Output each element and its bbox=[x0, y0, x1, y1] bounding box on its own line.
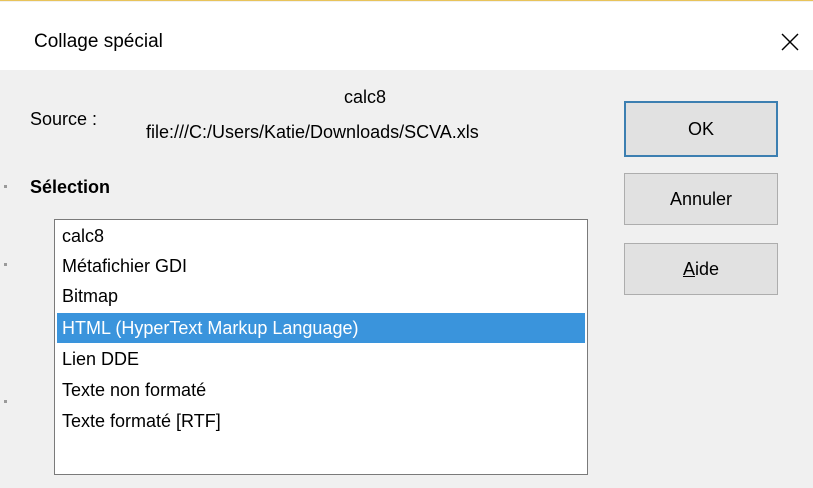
paste-special-dialog: Collage spécial Source : calc8 file:///C… bbox=[0, 0, 813, 488]
ok-button[interactable]: OK bbox=[624, 101, 778, 157]
list-item[interactable]: Lien DDE bbox=[57, 344, 585, 374]
edge-tick bbox=[4, 263, 7, 266]
format-list[interactable]: calc8 Métafichier GDI Bitmap HTML (Hyper… bbox=[54, 219, 588, 475]
list-item[interactable]: calc8 bbox=[57, 221, 585, 251]
selection-heading: Sélection bbox=[30, 177, 111, 197]
source-name: calc8 bbox=[343, 87, 387, 107]
list-item[interactable]: Métafichier GDI bbox=[57, 251, 585, 281]
list-item-selected[interactable]: HTML (HyperText Markup Language) bbox=[57, 313, 585, 343]
title-bar: Collage spécial bbox=[0, 2, 813, 70]
cancel-button[interactable]: Annuler bbox=[624, 173, 778, 225]
list-item[interactable]: Texte formaté [RTF] bbox=[57, 406, 585, 436]
help-accelerator-key: A bbox=[682, 259, 695, 279]
edge-tick bbox=[4, 185, 7, 188]
source-label: Source : bbox=[30, 109, 98, 129]
help-button-label: ide bbox=[694, 259, 720, 279]
source-path: file:///C:/Users/Katie/Downloads/SCVA.xl… bbox=[146, 122, 479, 142]
list-item[interactable]: Bitmap bbox=[57, 281, 585, 311]
dialog-title: Collage spécial bbox=[34, 31, 163, 52]
list-item[interactable]: Texte non formaté bbox=[57, 375, 585, 405]
help-button[interactable]: Aide bbox=[624, 243, 778, 295]
close-icon bbox=[781, 33, 799, 51]
edge-tick bbox=[4, 400, 7, 403]
close-button[interactable] bbox=[770, 22, 810, 62]
